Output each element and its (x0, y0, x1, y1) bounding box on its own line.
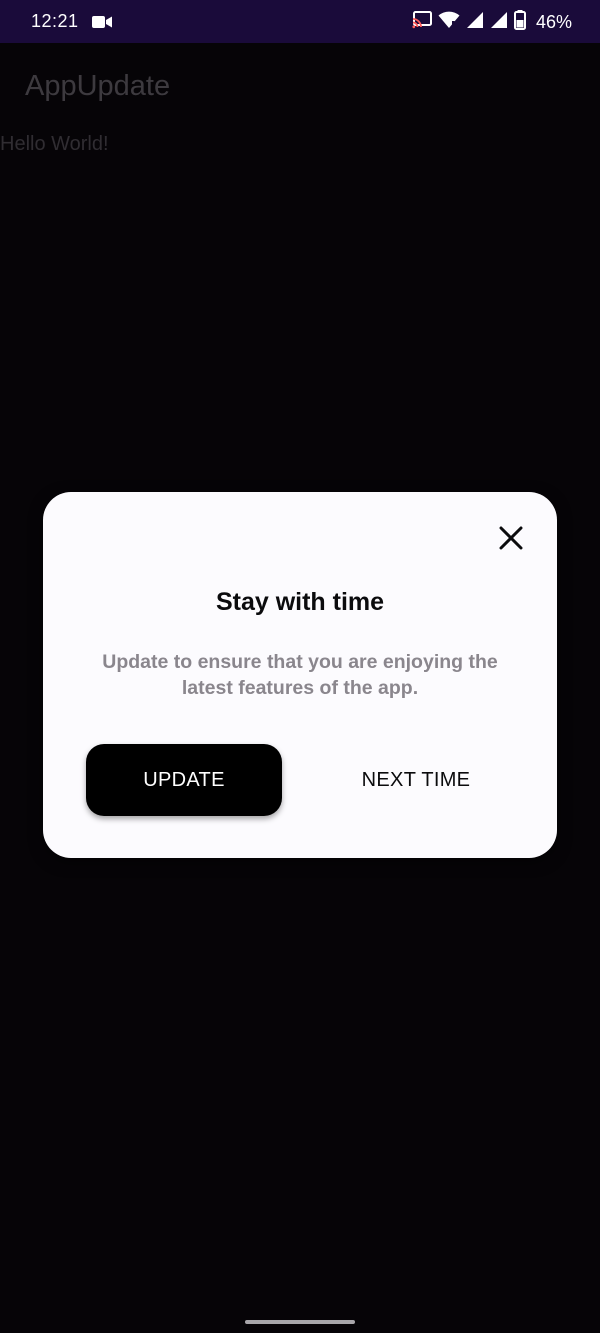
close-icon[interactable] (495, 522, 527, 554)
next-time-button[interactable]: NEXT TIME (331, 744, 501, 816)
status-time: 12:21 (31, 11, 79, 31)
dialog-title: Stay with time (215, 588, 385, 616)
battery-icon (514, 9, 526, 35)
cast-icon (412, 10, 432, 34)
status-icons: 46% (412, 9, 573, 35)
signal-icon (466, 11, 484, 34)
signal-icon (490, 11, 508, 34)
gesture-nav-handle[interactable] (245, 1320, 355, 1324)
update-dialog: Stay with time Update to ensure that you… (43, 492, 557, 858)
wifi-icon (438, 11, 460, 34)
dialog-message: Update to ensure that you are enjoying t… (102, 651, 498, 699)
video-camera-icon (92, 14, 112, 28)
app-title: AppUpdate (25, 70, 171, 102)
update-button[interactable]: UPDATE (86, 744, 282, 816)
status-bar: 12:21 46% (0, 0, 600, 43)
hello-text: Hello World! (0, 133, 109, 155)
screen: 12:21 46% AppUpdate Hello World! Stay wi… (0, 0, 600, 1333)
battery-percent: 46% (536, 11, 573, 32)
